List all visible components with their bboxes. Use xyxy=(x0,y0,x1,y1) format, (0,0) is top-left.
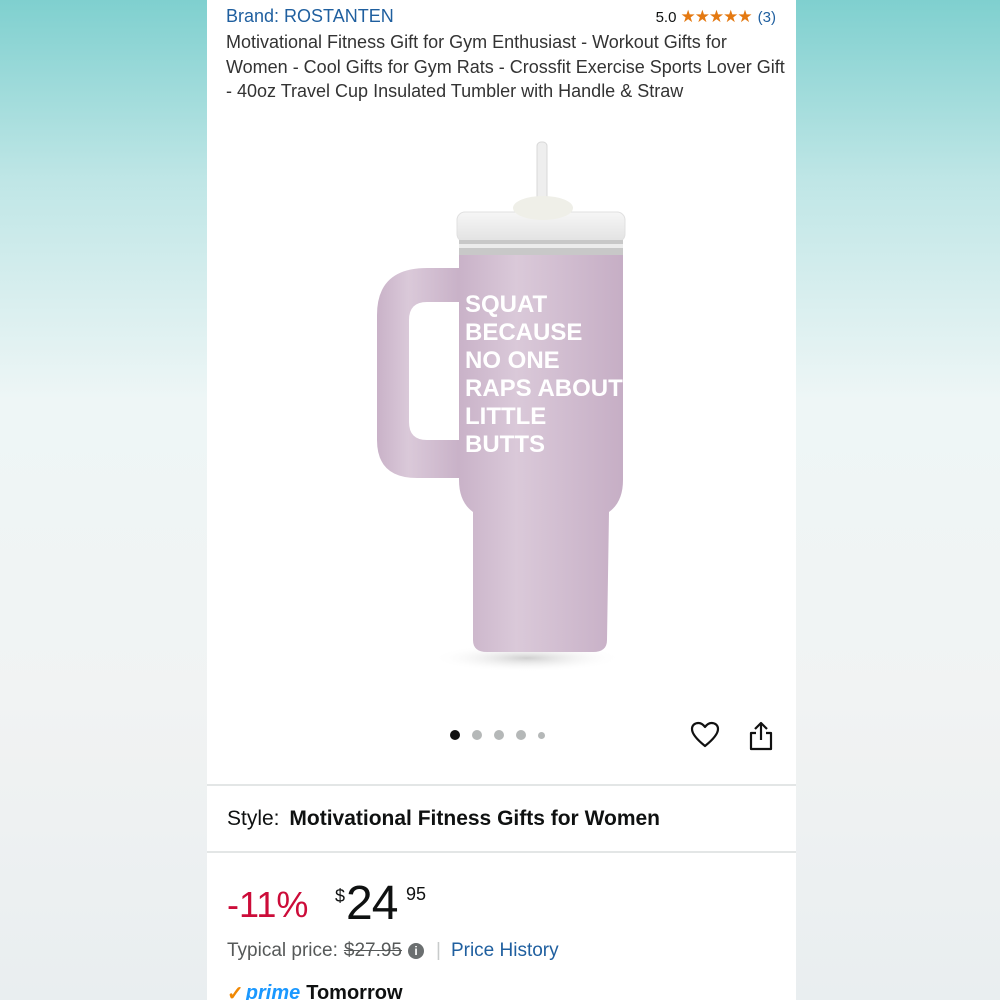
product-page: Brand: ROSTANTEN 5.0 ★★★★★ (3) Motivatio… xyxy=(207,0,796,1000)
carousel-dot[interactable] xyxy=(494,730,504,740)
typical-price-value: $27.95 xyxy=(343,940,402,961)
tumbler-image: SQUAT BECAUSE NO ONE RAPS ABOUT LITTLE B… xyxy=(377,141,626,672)
discount-percent: -11% xyxy=(227,884,309,925)
separator: | xyxy=(436,940,441,961)
typical-price-label: Typical price: xyxy=(227,940,338,961)
info-icon[interactable]: i xyxy=(408,943,424,959)
prime-logo: prime xyxy=(245,982,301,1000)
rating-count[interactable]: (3) xyxy=(758,9,776,26)
product-title: Motivational Fitness Gift for Gym Enthus… xyxy=(226,32,785,101)
style-label: Style: xyxy=(227,807,280,830)
carousel-dot[interactable] xyxy=(472,730,482,740)
rating-value: 5.0 xyxy=(655,8,677,26)
print-line: LITTLE xyxy=(465,403,546,430)
rating-summary[interactable]: 5.0 ★★★★★ (3) xyxy=(656,7,776,27)
price-fraction: 95 xyxy=(406,884,427,904)
brand-link[interactable]: Brand: ROSTANTEN xyxy=(226,6,394,27)
star-icon: ★★★★★ xyxy=(680,7,752,26)
divider xyxy=(207,851,796,853)
divider xyxy=(207,784,796,786)
price-currency: $ xyxy=(335,886,346,906)
print-line: BECAUSE xyxy=(465,319,582,346)
delivery-day: Tomorrow xyxy=(306,982,403,1000)
carousel-dots[interactable] xyxy=(450,730,545,740)
typical-price-row: Typical price: $27.95 i | Price History xyxy=(227,940,559,962)
heart-icon[interactable] xyxy=(690,720,720,750)
carousel-dot[interactable] xyxy=(516,730,526,740)
print-line: NO ONE xyxy=(465,347,560,374)
print-line: BUTTS xyxy=(465,431,545,458)
header-row: Brand: ROSTANTEN 5.0 ★★★★★ (3) xyxy=(226,6,776,28)
share-icon[interactable] xyxy=(747,720,775,752)
carousel-dot[interactable] xyxy=(538,731,545,739)
print-line: SQUAT xyxy=(465,291,548,318)
price-whole: 24 xyxy=(346,877,398,930)
price-history-link[interactable]: Price History xyxy=(451,940,559,962)
prime-check-icon: ✓ xyxy=(227,983,244,1000)
style-selector[interactable]: Style: Motivational Fitness Gifts for Wo… xyxy=(227,807,660,831)
print-line: RAPS ABOUT xyxy=(465,375,623,402)
style-value: Motivational Fitness Gifts for Women xyxy=(289,807,661,830)
product-image[interactable]: SQUAT BECAUSE NO ONE RAPS ABOUT LITTLE B… xyxy=(357,140,637,680)
prime-delivery-row: ✓ prime Tomorrow xyxy=(227,981,403,1000)
carousel-dot[interactable] xyxy=(450,730,460,740)
